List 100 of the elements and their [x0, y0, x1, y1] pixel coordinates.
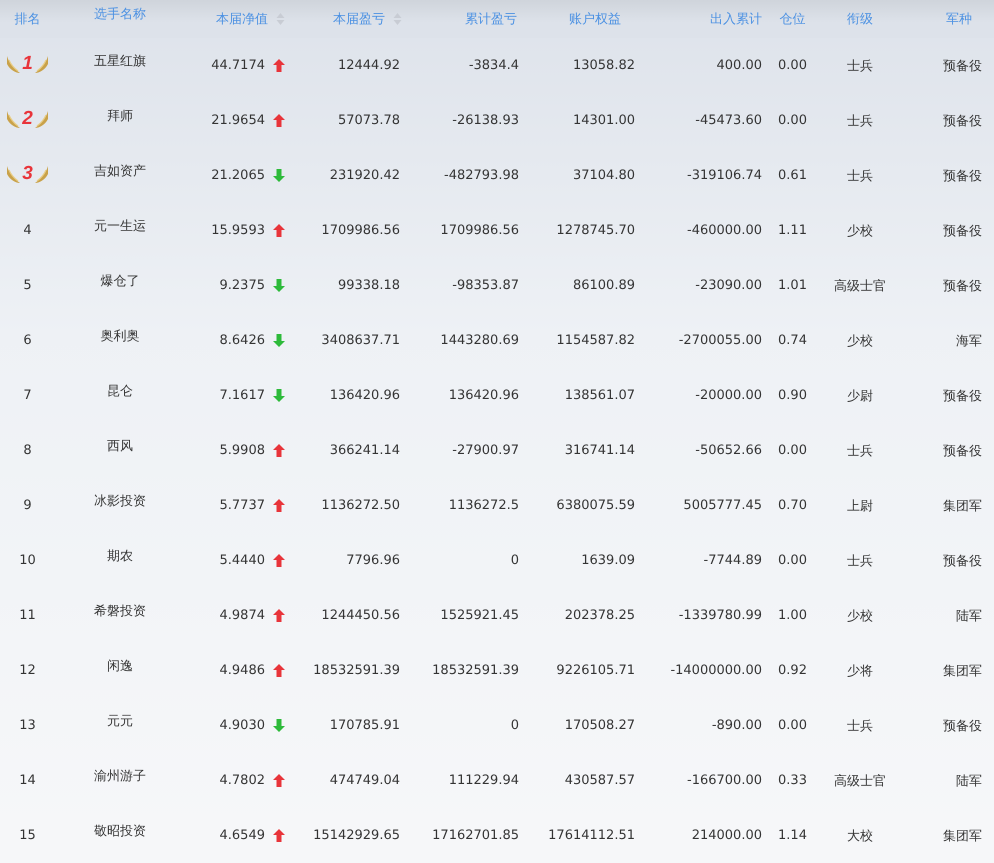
rank-title: 士兵	[847, 718, 873, 734]
rank-number: 6	[23, 333, 32, 348]
rank-title: 少校	[847, 332, 873, 350]
net-value: 44.7174	[211, 58, 265, 73]
rank-title: 少校	[847, 222, 873, 240]
service-branch: 陆军	[956, 772, 982, 790]
position-ratio: 0.92	[778, 663, 807, 678]
period-profit: 474749.04	[330, 773, 400, 788]
total-profit: 1525921.45	[440, 608, 519, 623]
wing-icon	[34, 108, 49, 128]
position-ratio: 0.00	[778, 553, 807, 568]
total-profit: -98353.87	[452, 278, 519, 293]
wing-icon	[34, 164, 49, 184]
net-value: 4.7802	[220, 773, 265, 788]
account-equity: 14301.00	[572, 113, 635, 128]
service-branch: 预备役	[943, 718, 982, 734]
rank-number: 1	[22, 52, 33, 74]
player-name: 希磐投资	[94, 602, 146, 620]
total-profit: 1136272.5	[448, 498, 519, 513]
account-equity: 316741.14	[564, 443, 635, 458]
period-profit: 57073.78	[338, 113, 400, 128]
player-name: 期农	[107, 548, 133, 564]
account-equity: 37104.80	[572, 168, 635, 183]
rank-number: 5	[23, 278, 32, 293]
player-name: 爆仓了	[100, 272, 140, 290]
net-value: 21.9654	[211, 113, 265, 128]
account-equity: 17614112.51	[548, 828, 635, 843]
account-equity: 170508.27	[564, 718, 635, 733]
net-value: 5.4440	[220, 553, 265, 568]
period-profit: 136420.96	[330, 388, 400, 403]
account-equity: 138561.07	[564, 388, 635, 403]
net-deposit: -319106.74	[687, 168, 762, 183]
column-header[interactable]: 本届盈亏	[333, 10, 402, 28]
net-deposit: -2700055.00	[678, 333, 762, 348]
net-value: 4.6549	[220, 828, 265, 843]
position-ratio: 1.11	[778, 223, 807, 238]
service-branch: 预备役	[943, 388, 982, 404]
position-ratio: 0.74	[778, 333, 807, 348]
position-ratio: 1.00	[778, 608, 807, 623]
position-ratio: 0.00	[778, 113, 807, 128]
column-header[interactable]: 本届净值	[216, 10, 285, 28]
net-value: 21.2065	[211, 168, 265, 183]
player-name: 吉如资产	[94, 162, 146, 180]
rank-number: 3	[22, 162, 33, 184]
total-profit: 18532591.39	[432, 663, 519, 678]
net-deposit: 400.00	[716, 58, 762, 73]
net-value: 8.6426	[220, 333, 265, 348]
account-equity: 9226105.71	[556, 663, 635, 678]
rank-title: 少校	[847, 608, 873, 624]
net-value: 7.1617	[220, 388, 265, 403]
service-branch: 集团军	[943, 662, 982, 680]
period-profit: 12444.92	[338, 58, 400, 73]
net-deposit: -1339780.99	[678, 608, 762, 623]
total-profit: 17162701.85	[432, 828, 519, 843]
period-profit: 1136272.50	[321, 498, 400, 513]
position-ratio: 1.14	[778, 828, 807, 843]
account-equity: 6380075.59	[556, 498, 635, 513]
rank-number: 7	[23, 388, 32, 403]
rank-number: 11	[19, 608, 36, 623]
period-profit: 231920.42	[330, 168, 400, 183]
column-header: 排名	[14, 11, 40, 28]
player-name: 元一生运	[94, 218, 146, 234]
player-name: 五星红旗	[94, 52, 146, 70]
column-header: 账户权益	[569, 11, 621, 28]
rank-title: 士兵	[847, 112, 873, 130]
net-deposit: -20000.00	[695, 388, 762, 403]
account-equity: 86100.89	[572, 278, 635, 293]
position-ratio: 1.01	[778, 278, 807, 293]
period-profit: 18532591.39	[313, 663, 400, 678]
rank-title: 少尉	[847, 388, 873, 404]
rank-number: 12	[19, 663, 36, 678]
position-ratio: 0.00	[778, 443, 807, 458]
column-header: 选手名称	[94, 6, 146, 23]
net-deposit: -23090.00	[695, 278, 762, 293]
player-name: 元元	[107, 712, 133, 730]
service-branch: 集团军	[943, 828, 982, 844]
rank-title: 上尉	[847, 498, 873, 514]
account-equity: 1639.09	[581, 553, 635, 568]
rank-number: 14	[19, 773, 36, 788]
player-name: 闲逸	[107, 658, 133, 674]
service-branch: 预备役	[943, 222, 982, 240]
rank-title: 高级士官	[834, 772, 886, 790]
player-name: 敬昭投资	[94, 822, 146, 840]
column-header: 仓位	[780, 11, 806, 28]
total-profit: 0	[510, 718, 519, 733]
account-equity: 13058.82	[572, 58, 635, 73]
rank-title: 大校	[847, 828, 873, 844]
net-value: 5.9908	[220, 443, 265, 458]
period-profit: 366241.14	[330, 443, 400, 458]
position-ratio: 0.61	[778, 168, 807, 183]
service-branch: 集团军	[943, 498, 982, 514]
rank-title: 少将	[847, 662, 873, 680]
column-header: 衔级	[847, 11, 873, 28]
wing-icon	[6, 108, 22, 128]
rank-number: 10	[19, 553, 36, 568]
net-deposit: -45473.60	[695, 113, 762, 128]
net-value: 4.9486	[220, 663, 265, 678]
player-name: 昆仑	[107, 382, 133, 400]
net-deposit: -460000.00	[687, 223, 762, 238]
net-deposit: -50652.66	[695, 443, 762, 458]
